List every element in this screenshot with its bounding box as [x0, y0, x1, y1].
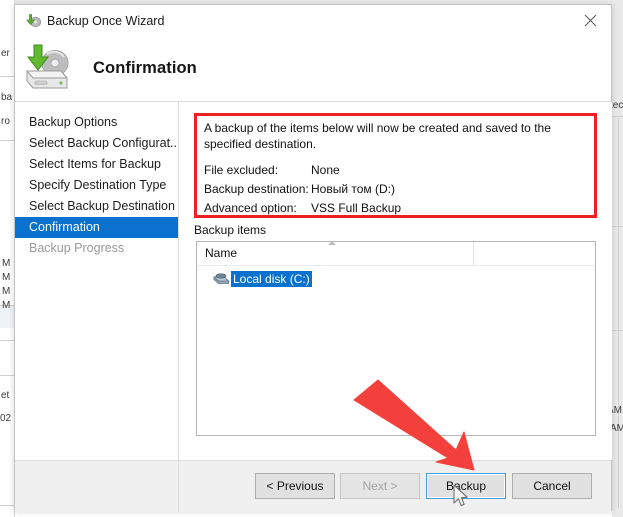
wizard-steps-sidebar: Backup Options Select Backup Configurat.…	[15, 102, 179, 460]
backup-summary-panel: A backup of the items below will now be …	[194, 113, 597, 218]
sidebar-item-select-backup-destination[interactable]: Select Backup Destination	[15, 196, 178, 217]
backup-button[interactable]: Backup	[426, 473, 506, 499]
background-divider	[0, 76, 14, 77]
backup-wizard-icon	[19, 43, 77, 95]
dialog-titlebar: Backup Once Wizard	[15, 5, 611, 39]
summary-label: Backup destination:	[204, 182, 309, 196]
backup-items-list[interactable]: Name Local disk (C:)	[196, 241, 596, 436]
sidebar-item-backup-progress: Backup Progress	[29, 241, 125, 255]
previous-button[interactable]: < Previous	[255, 473, 335, 499]
background-text-fragment: M	[2, 300, 11, 311]
background-text-fragment: M	[2, 272, 11, 283]
sidebar-item-backup-options[interactable]: Backup Options	[15, 112, 178, 133]
next-button: Next >	[340, 473, 420, 499]
summary-label: File excluded:	[204, 163, 279, 177]
sidebar-item-select-items-for-backup[interactable]: Select Items for Backup	[15, 154, 178, 175]
close-icon[interactable]	[569, 5, 611, 35]
column-resize-handle[interactable]	[473, 242, 474, 265]
summary-value: VSS Full Backup	[311, 201, 402, 215]
background-text-fragment: er	[1, 48, 10, 59]
list-column-header[interactable]: Name	[197, 241, 595, 266]
background-text-fragment: et	[1, 390, 10, 401]
summary-row-backup-destination: Backup destination: Новый том (D:)	[204, 182, 584, 199]
background-text-fragment: ba	[1, 92, 13, 103]
background-divider	[612, 116, 623, 117]
background-divider	[0, 140, 14, 141]
dialog-header: Confirmation	[15, 39, 611, 101]
backup-items-label: Backup items	[194, 223, 267, 237]
hard-disk-icon	[212, 272, 230, 285]
backup-once-wizard-dialog: Backup Once Wizard Confirmation Backup O…	[14, 4, 612, 512]
summary-value: Новый том (D:)	[311, 182, 395, 196]
column-header-name[interactable]: Name	[205, 246, 237, 260]
background-text-fragment: 02	[0, 413, 12, 424]
dialog-title: Backup Once Wizard	[47, 14, 165, 28]
sidebar-item-specify-destination-type[interactable]: Specify Destination Type	[15, 175, 178, 196]
background-text-fragment: M	[2, 258, 11, 269]
dialog-footer: < Previous Next > Backup Cancel	[15, 460, 611, 512]
list-item-label[interactable]: Local disk (C:)	[231, 270, 312, 287]
background-divider	[0, 340, 14, 341]
background-divider	[618, 118, 619, 508]
sort-ascending-icon	[328, 241, 336, 245]
background-divider	[0, 505, 14, 506]
sidebar-item-select-backup-configuration[interactable]: Select Backup Configurat...	[15, 133, 178, 154]
summary-value: None	[311, 163, 340, 177]
background-text-fragment: M	[2, 286, 11, 297]
cancel-button[interactable]: Cancel	[512, 473, 592, 499]
sidebar-item-confirmation[interactable]: Confirmation	[15, 217, 178, 238]
footer-left-area	[15, 461, 179, 512]
page-title: Confirmation	[93, 59, 197, 77]
dialog-content: A backup of the items below will now be …	[179, 102, 612, 460]
background-text-fragment: ro	[1, 116, 10, 127]
list-item[interactable]: Local disk (C:)	[212, 270, 312, 287]
summary-row-advanced-option: Advanced option: VSS Full Backup	[204, 201, 584, 218]
summary-intro-text: A backup of the items below will now be …	[204, 121, 551, 151]
backup-disk-icon	[25, 13, 42, 30]
background-divider	[0, 375, 14, 376]
summary-row-file-excluded: File excluded: None	[204, 163, 584, 180]
dialog-body: Backup Options Select Backup Configurat.…	[15, 102, 612, 460]
summary-label: Advanced option:	[204, 201, 297, 215]
